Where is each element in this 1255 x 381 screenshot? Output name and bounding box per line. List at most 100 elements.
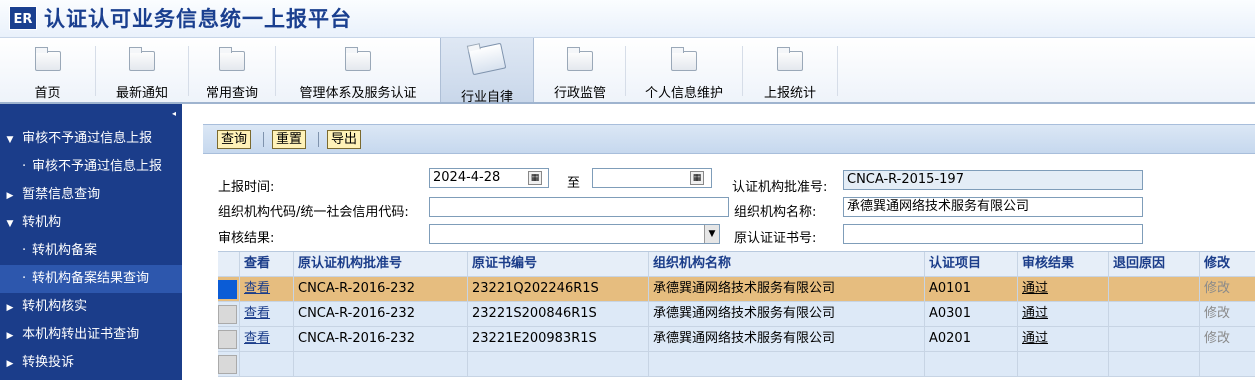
top-nav: 首页 最新通知 常用查询 管理体系及服务认证 行业自律 行政监管 个人信息维护 … [0, 38, 1255, 105]
folder-icon [777, 47, 803, 71]
column-header[interactable]: 退回原因 [1108, 252, 1199, 277]
nav-label: 个人信息维护 [644, 86, 723, 101]
sidebar-group-transfer-verify[interactable]: ▶ 转机构核实 [0, 293, 182, 321]
sidebar-item-label: 转机构 [22, 215, 62, 230]
empty-cell [924, 352, 1017, 377]
org-name-cell: 承德巽通网络技术服务有限公司 [648, 302, 924, 327]
sidebar-item-transfer-filing-result[interactable]: 转机构备案结果查询 [0, 265, 182, 293]
nav-label: 行政监管 [553, 86, 606, 101]
result-cell: 通过 [1017, 277, 1108, 302]
sidebar-group-suspension-query[interactable]: ▶ 暂禁信息查询 [0, 181, 182, 209]
org-code-label: 组织机构代码/统一社会信用代码: [218, 205, 409, 220]
folder-icon [345, 47, 371, 71]
nav-label: 最新通知 [115, 86, 168, 101]
sidebar-group-review-rejected[interactable]: ▼ 审核不予通过信息上报 [0, 125, 182, 153]
column-header[interactable]: 组织机构名称 [648, 252, 924, 277]
column-header[interactable]: 原认证机构批准号 [293, 252, 467, 277]
column-header[interactable]: 原证书编号 [467, 252, 648, 277]
nav-notices[interactable]: 最新通知 [96, 38, 188, 102]
nav-management-cert[interactable]: 管理体系及服务认证 [276, 38, 440, 102]
table-row[interactable]: 查看 CNCA-R-2016-232 23221Q202246R1S 承德巽通网… [218, 277, 1255, 302]
project-cell: A0301 [924, 302, 1017, 327]
sidebar-item-label: 本机构转出证书查询 [22, 327, 140, 342]
orig-approval-cell: CNCA-R-2016-232 [293, 327, 467, 352]
table-row[interactable]: 查看 CNCA-R-2016-232 23221S200846R1S 承德巽通网… [218, 302, 1255, 327]
empty-cell [1199, 352, 1255, 377]
toolbar: 查询 重置 导出 [203, 124, 1255, 154]
orig-cert-no-input[interactable] [843, 224, 1143, 244]
nav-admin-supervision[interactable]: 行政监管 [535, 38, 625, 102]
app-title: 认证认可业务信息统一上报平台 [44, 6, 352, 31]
empty-cell [293, 352, 467, 377]
results-table: 查看 原认证机构批准号 原证书编号 组织机构名称 认证项目 审核结果 退回原因 … [218, 251, 1255, 381]
nav-divider [837, 46, 838, 96]
org-name-cell: 承德巽通网络技术服务有限公司 [648, 277, 924, 302]
empty-table-row [218, 352, 1255, 377]
collapse-sidebar-icon[interactable]: ◂ [172, 109, 176, 118]
sidebar-item-transfer-filing[interactable]: 转机构备案 [0, 237, 182, 265]
orig-approval-cell: CNCA-R-2016-232 [293, 302, 467, 327]
nav-common-query[interactable]: 常用查询 [189, 38, 275, 102]
sidebar-group-outgoing-cert-query[interactable]: ▶ 本机构转出证书查询 [0, 321, 182, 349]
cert-body-approval-field: CNCA-R-2015-197 [843, 170, 1143, 190]
column-header: 查看 [239, 252, 293, 277]
row-selector[interactable] [218, 330, 237, 349]
column-header[interactable]: 审核结果 [1017, 252, 1108, 277]
sidebar-item-label: 审核不予通过信息上报 [22, 131, 153, 146]
sidebar-item-label: 转换投诉 [22, 355, 75, 370]
org-code-input[interactable] [429, 197, 729, 217]
edit-link-disabled: 修改 [1199, 302, 1255, 327]
chevron-right-icon: ▶ [6, 359, 14, 369]
column-header[interactable]: 认证项目 [924, 252, 1017, 277]
toolbar-divider [263, 132, 264, 147]
nav-label: 管理体系及服务认证 [299, 86, 417, 101]
view-link[interactable]: 查看 [239, 327, 293, 352]
calendar-icon[interactable]: ▦ [690, 171, 704, 185]
sidebar: ◂ ▼ 审核不予通过信息上报 审核不予通过信息上报 ▶ 暂禁信息查询 ▼ 转机构… [0, 104, 182, 380]
reason-cell [1108, 277, 1199, 302]
org-name-input[interactable]: 承德巽通网络技术服务有限公司 [843, 197, 1143, 217]
nav-personal-info[interactable]: 个人信息维护 [626, 38, 742, 102]
nav-report-stats[interactable]: 上报统计 [743, 38, 837, 102]
folder-icon [671, 47, 697, 71]
sidebar-group-transfer-complaint[interactable]: ▶ 转换投诉 [0, 349, 182, 377]
calendar-icon[interactable]: ▦ [528, 171, 542, 185]
export-button[interactable]: 导出 [327, 130, 362, 149]
main-content: 查询 重置 导出 上报时间: 2024-4-28 ▦ 至 ▦ 认证机构批准号: … [203, 120, 1255, 380]
review-result-select[interactable] [429, 224, 720, 244]
cert-body-approval-label: 认证机构批准号: [732, 180, 828, 195]
chevron-down-icon: ▼ [6, 219, 14, 229]
empty-cell [1108, 352, 1199, 377]
sidebar-item-label: 转机构核实 [22, 299, 88, 314]
title-bar: ER 认证认可业务信息统一上报平台 [0, 0, 1255, 38]
result-cell: 通过 [1017, 327, 1108, 352]
empty-cell [239, 352, 293, 377]
sidebar-item-label: 暂禁信息查询 [22, 187, 101, 202]
table-row[interactable]: 查看 CNCA-R-2016-232 23221E200983R1S 承德巽通网… [218, 327, 1255, 352]
orig-cert-no-label: 原认证证书号: [734, 231, 817, 246]
table-header-row: 查看 原认证机构批准号 原证书编号 组织机构名称 认证项目 审核结果 退回原因 … [218, 252, 1255, 277]
row-selector [218, 355, 237, 374]
row-selector[interactable] [218, 280, 237, 299]
to-label: 至 [567, 176, 581, 191]
nav-industry-self-discipline[interactable]: 行业自律 [440, 38, 534, 105]
reset-button[interactable]: 重置 [272, 130, 307, 149]
orig-approval-cell: CNCA-R-2016-232 [293, 277, 467, 302]
edit-link-disabled: 修改 [1199, 327, 1255, 352]
folder-icon [567, 47, 593, 71]
sidebar-group-transfer[interactable]: ▼ 转机构 [0, 209, 182, 237]
view-link[interactable]: 查看 [239, 277, 293, 302]
edit-link-disabled: 修改 [1199, 277, 1255, 302]
sidebar-item-review-rejected-report[interactable]: 审核不予通过信息上报 [0, 153, 182, 181]
sidebar-item-label: 审核不予通过信息上报 [32, 159, 163, 174]
open-folder-icon [467, 42, 507, 76]
empty-cell [1017, 352, 1108, 377]
chevron-right-icon: ▶ [6, 303, 14, 313]
nav-home[interactable]: 首页 [0, 38, 95, 102]
query-button[interactable]: 查询 [217, 130, 252, 149]
row-selector[interactable] [218, 305, 237, 324]
review-result-label: 审核结果: [218, 231, 275, 246]
chevron-down-icon[interactable]: ▼ [704, 225, 719, 243]
chevron-down-icon: ▼ [6, 135, 14, 145]
view-link[interactable]: 查看 [239, 302, 293, 327]
